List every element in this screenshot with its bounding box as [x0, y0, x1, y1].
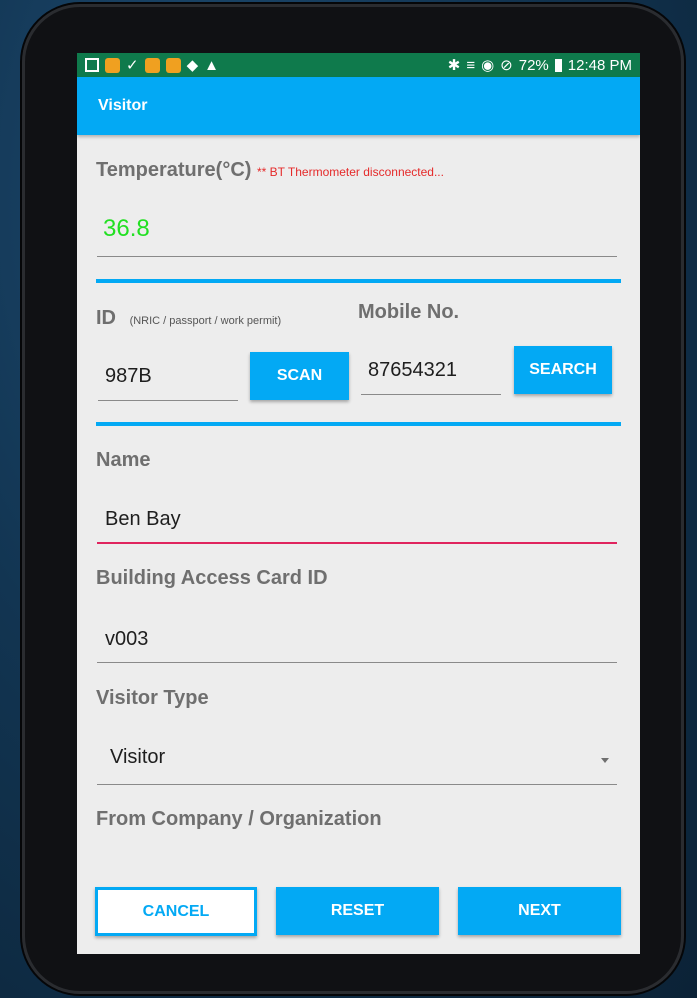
access-card-label: Building Access Card ID — [96, 567, 328, 589]
id-input[interactable]: 987B — [105, 365, 152, 388]
visitor-type-select[interactable]: Visitor — [110, 746, 165, 769]
gallery-icon — [85, 58, 99, 72]
thermometer-warning: ** BT Thermometer disconnected... — [257, 165, 444, 179]
company-label: From Company / Organization — [96, 808, 382, 830]
dropdown-arrow-icon[interactable] — [601, 758, 609, 763]
next-button[interactable]: NEXT — [458, 887, 621, 935]
mobile-underline — [361, 394, 501, 395]
mobile-input[interactable]: 87654321 — [368, 359, 457, 382]
app-notification-icon — [105, 57, 120, 73]
name-label: Name — [96, 449, 151, 471]
app-notification-icon — [165, 57, 181, 73]
app-bar: Visitor — [77, 77, 640, 135]
app-screen: ✓ ◆ ▲ ✱ ≡ ◉ ⊘ 72% 12:48 PM Visitor Tempe… — [77, 53, 640, 954]
temperature-label: Temperature(°C) — [96, 159, 252, 181]
download-complete-icon: ✓ — [126, 57, 139, 74]
scan-button[interactable]: SCAN — [250, 352, 349, 400]
system-status: ✱ ≡ ◉ ⊘ 72% 12:48 PM — [447, 56, 632, 75]
nav-diamond-icon: ◆ — [186, 57, 199, 74]
cancel-button[interactable]: CANCEL — [95, 887, 257, 936]
page-title: Visitor — [98, 97, 148, 114]
access-card-input[interactable]: v003 — [105, 628, 148, 651]
wifi-icon: ◉ — [481, 57, 495, 74]
visitor-type-label: Visitor Type — [96, 687, 209, 709]
app-notification-icon — [144, 57, 160, 73]
id-label-row: ID (NRIC / passport / work permit) — [96, 307, 281, 330]
id-label: ID — [96, 307, 116, 329]
battery-icon — [554, 58, 562, 72]
visitor-type-underline — [97, 784, 617, 785]
warning-icon: ▲ — [204, 56, 219, 74]
access-card-underline — [97, 662, 617, 663]
battery-percent: 72% — [518, 56, 549, 74]
section-divider — [96, 422, 621, 426]
status-bar: ✓ ◆ ▲ ✱ ≡ ◉ ⊘ 72% 12:48 PM — [77, 53, 640, 77]
clock: 12:48 PM — [567, 56, 632, 74]
id-underline — [98, 400, 238, 401]
vibrate-icon: ≡ — [466, 56, 476, 74]
reset-button[interactable]: RESET — [276, 887, 439, 935]
id-hint: (NRIC / passport / work permit) — [129, 315, 282, 327]
notification-icons: ✓ ◆ ▲ — [85, 56, 219, 74]
name-underline — [97, 542, 617, 544]
bluetooth-icon: ✱ — [447, 57, 461, 74]
visitor-form: Temperature(°C) ** BT Thermometer discon… — [77, 135, 640, 954]
temperature-label-row: Temperature(°C) ** BT Thermometer discon… — [96, 159, 444, 182]
section-divider — [96, 279, 621, 283]
temperature-input[interactable]: 36.8 — [103, 215, 150, 243]
no-disturb-icon: ⊘ — [500, 57, 513, 74]
name-input[interactable]: Ben Bay — [105, 508, 181, 531]
search-button[interactable]: SEARCH — [514, 346, 612, 394]
temperature-underline — [97, 256, 617, 257]
mobile-label: Mobile No. — [358, 301, 460, 323]
